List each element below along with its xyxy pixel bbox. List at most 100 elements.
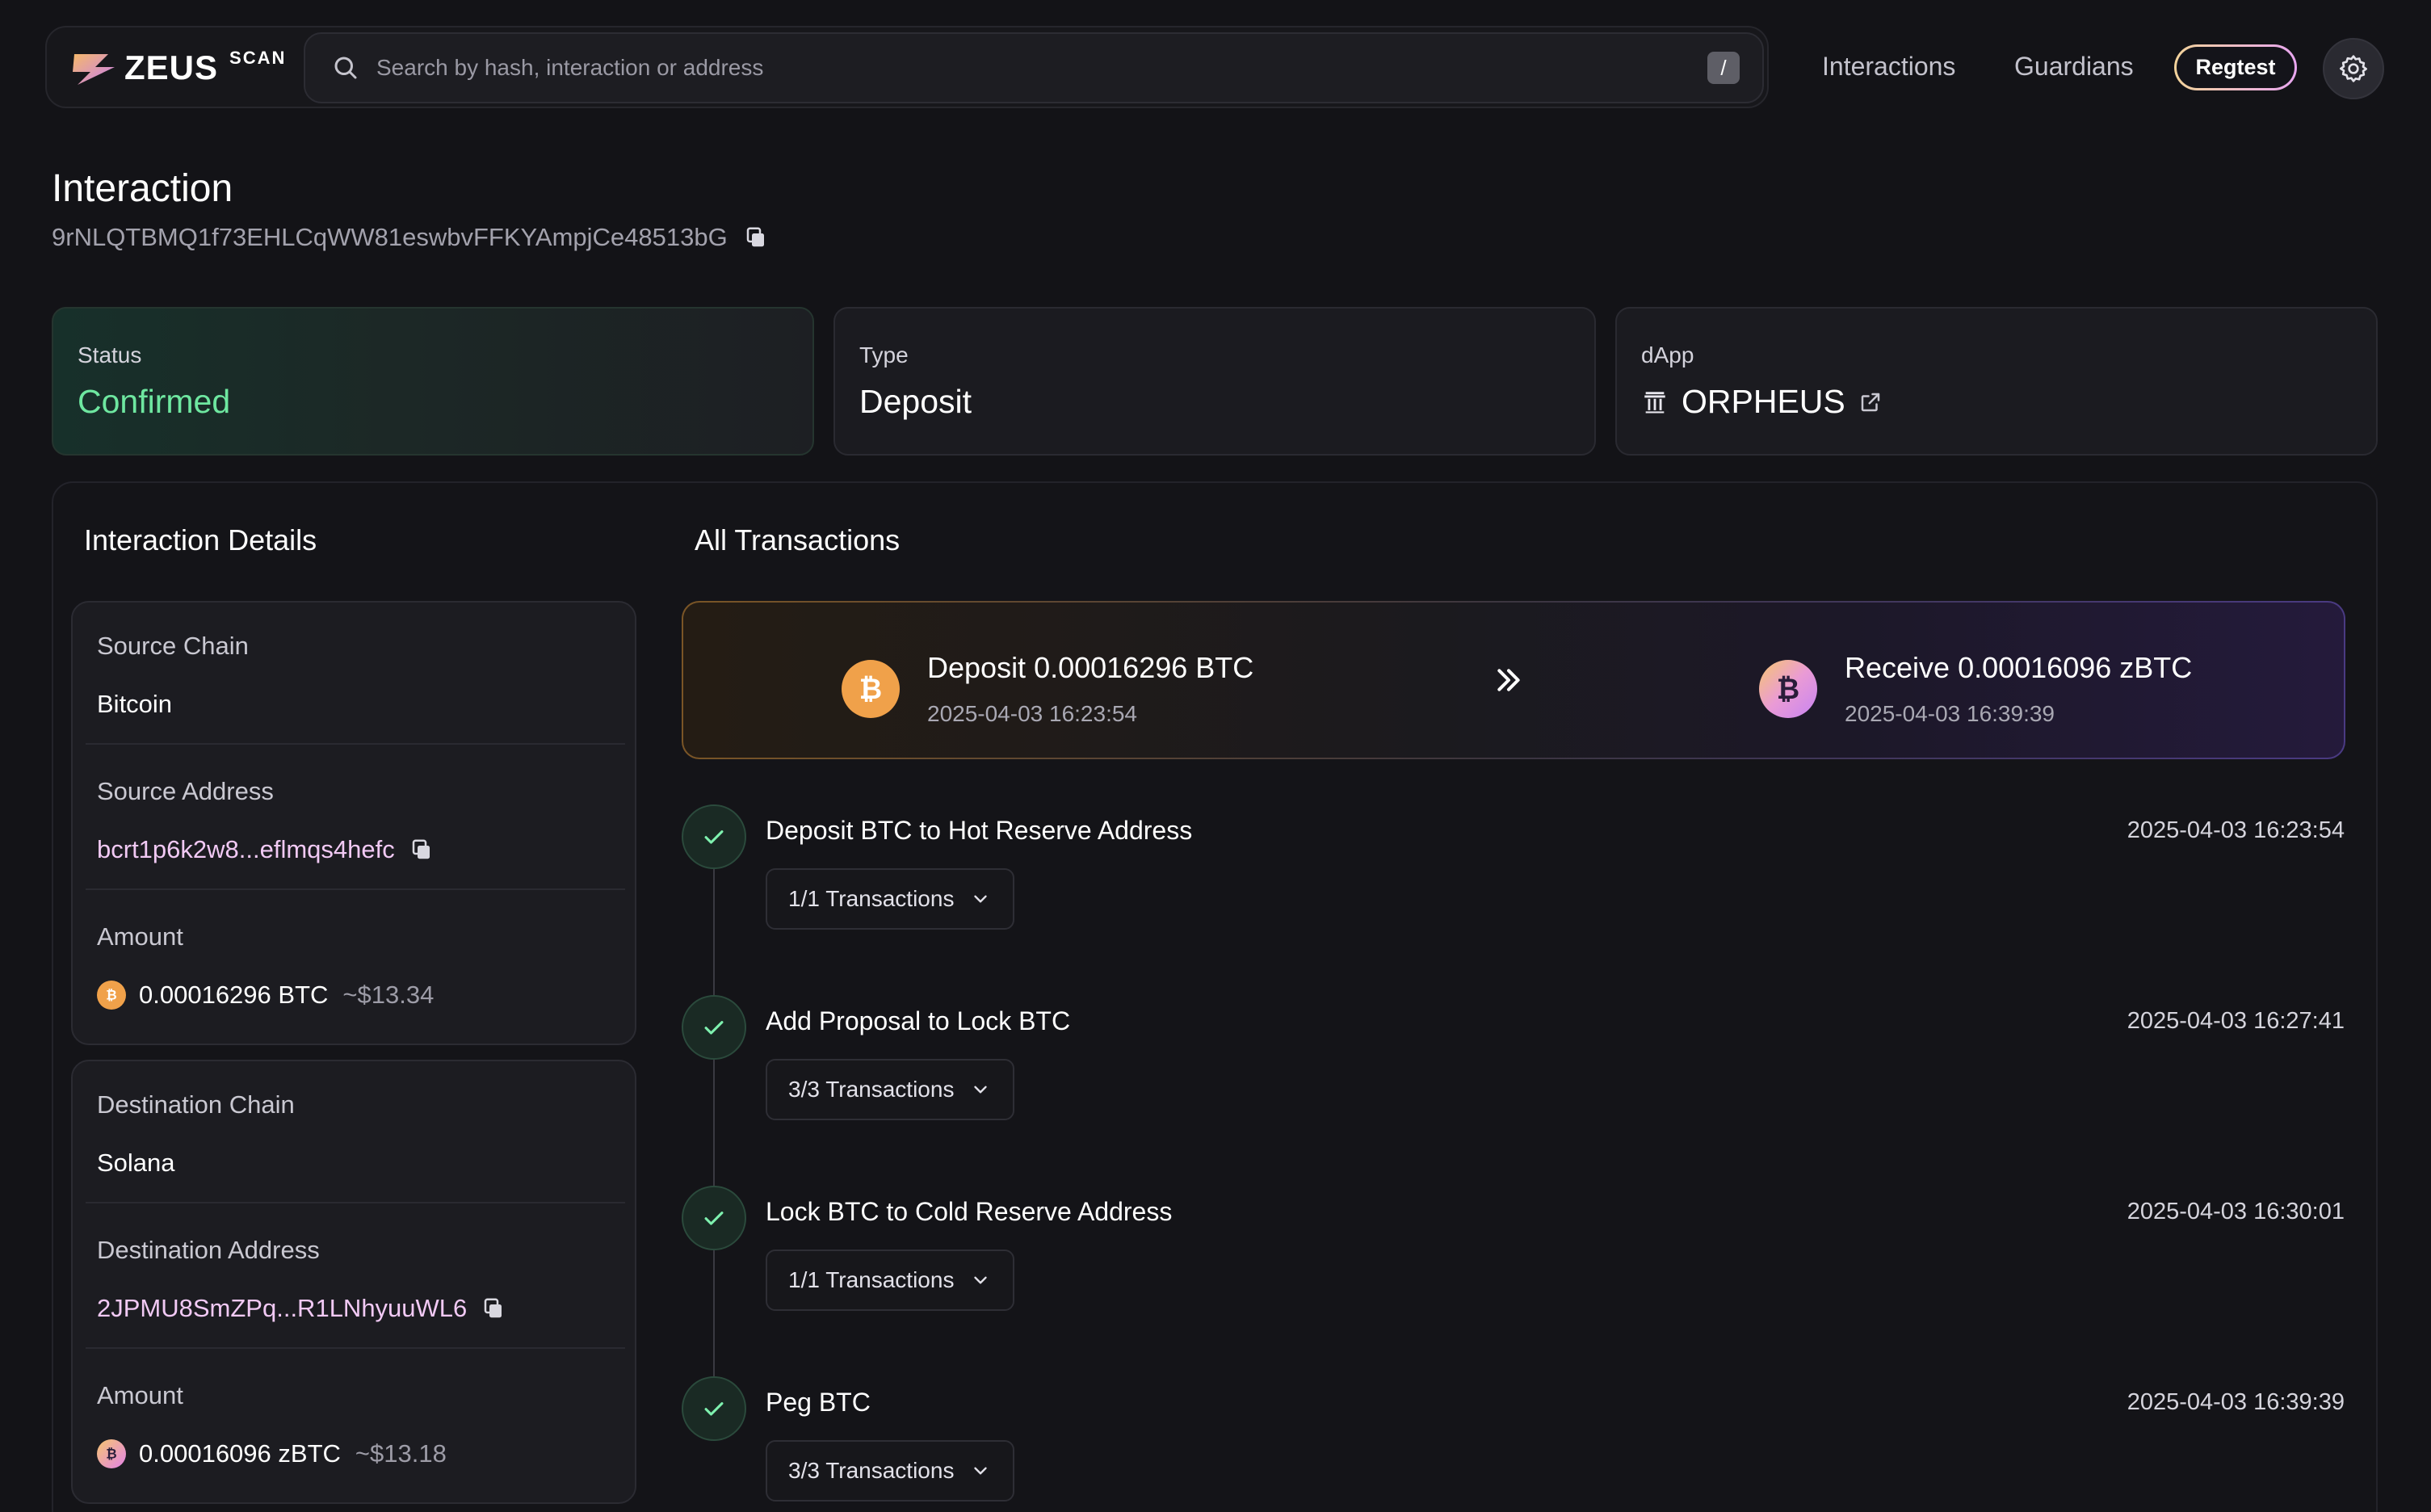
receive-summary: ₿ Receive 0.00016096 zBTC 2025-04-03 16:… <box>1759 651 2192 727</box>
transactions-dropdown-label: 1/1 Transactions <box>788 886 955 911</box>
destination-amount-label: Amount <box>97 1381 183 1409</box>
interaction-hash: 9rNLQTBMQ1f73EHLCqWW81eswbvFFKYAmpjCe485… <box>52 223 768 252</box>
chevron-down-icon <box>974 1276 988 1284</box>
external-link-icon <box>1861 393 1880 411</box>
deposit-summary: ₿ Deposit 0.00016296 BTC 2025-04-03 16:2… <box>842 651 1253 727</box>
destination-chain-row: Destination Chain Solana <box>97 1090 614 1178</box>
source-amount-value: 0.00016296 BTC <box>139 981 329 1009</box>
transactions-dropdown-label: 1/1 Transactions <box>788 1267 955 1292</box>
type-label: Type <box>859 342 909 368</box>
interaction-hash-text: 9rNLQTBMQ1f73EHLCqWW81eswbvFFKYAmpjCe485… <box>52 223 728 251</box>
receive-summary-title: Receive 0.00016096 zBTC <box>1845 651 2193 684</box>
divider <box>86 888 625 890</box>
transactions-dropdown[interactable]: 3/3 Transactions <box>766 1440 1014 1502</box>
copy-icon[interactable] <box>744 225 768 250</box>
step-complete-icon <box>682 1186 746 1250</box>
step-time: 2025-04-03 16:30:01 <box>2127 1199 2345 1224</box>
step-time: 2025-04-03 16:27:41 <box>2127 1008 2345 1034</box>
source-address-value: bcrt1p6k2w8...eflmqs4hefc <box>97 835 395 863</box>
network-badge[interactable]: Regtest <box>2174 44 2297 90</box>
divider <box>86 743 625 745</box>
source-chain-value: Bitcoin <box>97 690 173 718</box>
source-amount: ₿ 0.00016296 BTC ~$13.34 <box>97 981 614 1010</box>
zbtc-icon: ₿ <box>97 1439 126 1468</box>
zeus-bolt-icon <box>73 54 115 85</box>
destination-amount-row: Amount ₿ 0.00016096 zBTC ~$13.18 <box>97 1381 614 1468</box>
chevron-down-icon <box>974 895 988 903</box>
step-complete-icon <box>682 1376 746 1441</box>
source-chain-row: Source Chain Bitcoin <box>97 632 614 719</box>
copy-icon[interactable] <box>481 1296 506 1321</box>
step-time: 2025-04-03 16:39:39 <box>2127 1389 2345 1415</box>
source-chain-label: Source Chain <box>97 632 249 660</box>
transactions-dropdown[interactable]: 3/3 Transactions <box>766 1059 1014 1120</box>
page-title: Interaction <box>52 167 233 210</box>
timeline-connector <box>713 1250 715 1376</box>
destination-amount-value: 0.00016096 zBTC <box>139 1439 341 1468</box>
type-value: Deposit <box>859 383 972 420</box>
step-time: 2025-04-03 16:23:54 <box>2127 817 2345 843</box>
source-address-label: Source Address <box>97 777 274 805</box>
step-complete-icon <box>682 995 746 1060</box>
divider <box>86 1347 625 1349</box>
deposit-summary-title: Deposit 0.00016296 BTC <box>927 651 1254 684</box>
step-title: Deposit BTC to Hot Reserve Address <box>766 816 1193 845</box>
source-amount-usd: ~$13.34 <box>342 981 435 1009</box>
check-icon <box>704 1402 724 1416</box>
status-value: Confirmed <box>78 383 231 420</box>
check-icon <box>704 1212 724 1225</box>
nav-interactions[interactable]: Interactions <box>1822 52 1955 82</box>
search-input[interactable]: Search by hash, interaction or address / <box>304 32 1764 103</box>
temple-icon <box>1644 391 1665 413</box>
interaction-details-title: Interaction Details <box>84 523 317 556</box>
destination-chain-value: Solana <box>97 1149 175 1177</box>
transaction-summary-banner: ₿ Deposit 0.00016296 BTC 2025-04-03 16:2… <box>682 601 2345 759</box>
search-placeholder: Search by hash, interaction or address <box>376 55 764 80</box>
svg-text:₿: ₿ <box>859 674 882 706</box>
settings-button[interactable] <box>2323 38 2384 99</box>
source-amount-row: Amount ₿ 0.00016296 BTC ~$13.34 <box>97 922 614 1010</box>
all-transactions-title: All Transactions <box>695 523 901 556</box>
transactions-dropdown[interactable]: 1/1 Transactions <box>766 1250 1014 1311</box>
gear-icon <box>2340 55 2367 82</box>
source-address-row: Source Address bcrt1p6k2w8...eflmqs4hefc <box>97 777 614 864</box>
dapp-label: dApp <box>1641 342 1694 368</box>
copy-icon[interactable] <box>409 838 434 862</box>
timeline-connector <box>713 869 715 998</box>
timeline-connector <box>713 1060 715 1189</box>
receive-summary-date: 2025-04-03 16:39:39 <box>1845 701 2055 726</box>
divider <box>86 1202 625 1203</box>
bitcoin-icon: ₿ <box>842 660 900 718</box>
destination-address[interactable]: 2JPMU8SmZPq...R1LNhyuuWL6 <box>97 1294 614 1323</box>
type-card: Type Deposit <box>833 307 1596 456</box>
svg-text:₿: ₿ <box>106 1447 116 1462</box>
destination-address-label: Destination Address <box>97 1236 320 1264</box>
step-title: Lock BTC to Cold Reserve Address <box>766 1197 1173 1226</box>
svg-text:₿: ₿ <box>106 988 116 1003</box>
deposit-summary-date: 2025-04-03 16:23:54 <box>927 701 1137 726</box>
chevron-down-icon <box>974 1467 988 1475</box>
step-title: Peg BTC <box>766 1388 871 1417</box>
double-chevron-right-icon <box>1497 669 1520 691</box>
zbtc-icon: ₿ <box>1759 660 1817 718</box>
status-card: Status Confirmed <box>52 307 814 456</box>
check-icon <box>704 830 724 844</box>
check-icon <box>704 1021 724 1035</box>
destination-amount: ₿ 0.00016096 zBTC ~$13.18 <box>97 1439 614 1468</box>
dapp-card: dApp ORPHEUS <box>1615 307 2378 456</box>
destination-address-value: 2JPMU8SmZPq...R1LNhyuuWL6 <box>97 1294 468 1322</box>
destination-box: Destination Chain Solana Destination Add… <box>71 1060 636 1504</box>
transactions-dropdown-label: 3/3 Transactions <box>788 1458 955 1483</box>
nav-guardians[interactable]: Guardians <box>2014 52 2134 82</box>
transactions-dropdown[interactable]: 1/1 Transactions <box>766 868 1014 930</box>
search-icon <box>334 57 357 79</box>
dapp-value: ORPHEUS <box>1682 383 1845 420</box>
chevron-down-icon <box>974 1086 988 1094</box>
source-box: Source Chain Bitcoin Source Address bcrt… <box>71 601 636 1045</box>
destination-address-row: Destination Address 2JPMU8SmZPq...R1LNhy… <box>97 1236 614 1323</box>
zeus-scan-logo[interactable]: ZEUS SCAN <box>71 42 286 94</box>
step-title: Add Proposal to Lock BTC <box>766 1006 1071 1035</box>
destination-chain-label: Destination Chain <box>97 1090 295 1119</box>
source-address[interactable]: bcrt1p6k2w8...eflmqs4hefc <box>97 835 614 864</box>
dapp-link[interactable]: ORPHEUS <box>1641 383 1883 421</box>
